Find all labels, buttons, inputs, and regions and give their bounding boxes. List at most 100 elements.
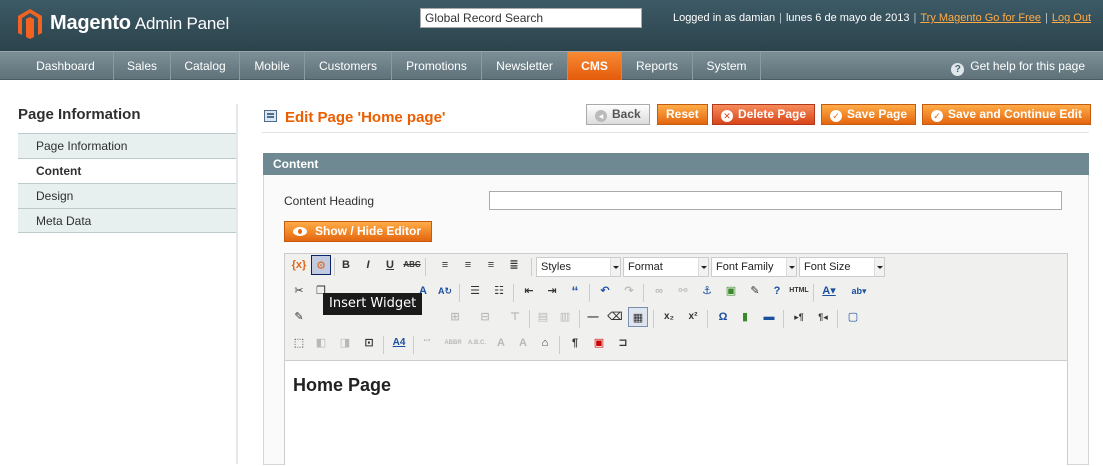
font-size-select[interactable]: Font Size [799, 257, 885, 277]
bullet-list-icon[interactable]: ☰ [465, 281, 485, 301]
logout-link[interactable]: Log Out [1052, 12, 1091, 24]
font-family-select[interactable]: Font Family [711, 257, 797, 277]
nav-system[interactable]: System [693, 52, 761, 80]
outdent-icon[interactable]: ⇤ [519, 281, 539, 301]
link-icon[interactable]: ∞ [649, 281, 669, 301]
nav-newsletter[interactable]: Newsletter [482, 52, 568, 80]
header-date: lunes 6 de mayo de 2013 [785, 12, 910, 24]
insert-layer-icon[interactable]: ⬚ [289, 333, 309, 353]
rtl-icon[interactable]: ¶◂ [813, 307, 833, 327]
nav-promotions[interactable]: Promotions [392, 52, 482, 80]
anchor-icon[interactable]: ⚓ [697, 281, 717, 301]
cleanup-icon[interactable]: ✎ [745, 281, 765, 301]
format-select[interactable]: Format [623, 257, 709, 277]
horizontal-rule-icon[interactable]: — [583, 307, 603, 327]
cite-icon[interactable]: “” [417, 333, 437, 353]
insert-widget-icon[interactable]: ⚙ [311, 255, 331, 275]
nav-sales[interactable]: Sales [114, 52, 171, 80]
superscript-icon[interactable]: x² [683, 307, 703, 327]
align-center-icon[interactable]: ≡ [458, 255, 478, 275]
tab-meta-data[interactable]: Meta Data [18, 208, 238, 233]
bold-icon[interactable]: B [336, 255, 356, 275]
back-button[interactable]: ◂ Back [586, 104, 650, 125]
redo-icon[interactable]: ↷ [619, 281, 639, 301]
visual-chars-icon[interactable]: ¶ [565, 333, 585, 353]
delete-text-icon[interactable]: A [491, 333, 511, 353]
media-icon[interactable]: ▮ [735, 307, 755, 327]
main-nav: Dashboard Sales Catalog Mobile Customers… [0, 51, 1103, 80]
advanced-hr-icon[interactable]: ▬ [759, 307, 779, 327]
numbered-list-icon[interactable]: ☷ [489, 281, 509, 301]
delete-x-icon: ✕ [721, 110, 733, 122]
subscript-icon[interactable]: x₂ [659, 307, 679, 327]
table-icon[interactable]: ▦ [628, 307, 648, 327]
blockquote-icon[interactable]: “ [565, 281, 585, 301]
italic-icon[interactable]: I [358, 255, 378, 275]
nav-dashboard[interactable]: Dashboard [18, 52, 114, 80]
font-size-select-label: Font Size [804, 261, 851, 273]
save-continue-button[interactable]: ✓ Save and Continue Edit [922, 104, 1092, 125]
move-forward-icon[interactable]: ◧ [311, 333, 331, 353]
styles-select-label: Styles [541, 261, 571, 273]
styles-select[interactable]: Styles [536, 257, 621, 277]
ltr-icon[interactable]: ▸¶ [789, 307, 809, 327]
acronym-icon[interactable]: A.B.C. [467, 333, 487, 353]
content-heading-input[interactable] [489, 191, 1062, 210]
image-icon[interactable]: ▣ [721, 281, 741, 301]
absolute-position-icon[interactable]: ⊡ [359, 333, 379, 353]
tab-page-information[interactable]: Page Information [18, 133, 238, 158]
help-icon: ? [951, 63, 965, 76]
table-row-props-icon[interactable]: ⊞ [445, 307, 465, 327]
help-link[interactable]: ? Get help for this page [951, 52, 1085, 80]
insert-text-icon[interactable]: A [513, 333, 533, 353]
html-source-icon[interactable]: HTML [789, 281, 809, 301]
nav-reports[interactable]: Reports [622, 52, 693, 80]
toolbar-separator [413, 336, 414, 354]
show-hide-editor-button[interactable]: Show / Hide Editor [284, 221, 433, 242]
nav-catalog[interactable]: Catalog [171, 52, 240, 80]
wysiwyg-editor: {x} ⚙ B I U ABC ≡ ≡ ≡ ≣ Styles Format Fo… [284, 253, 1068, 466]
table-insert-row-icon[interactable]: ⊤ [505, 307, 525, 327]
indent-icon[interactable]: ⇥ [542, 281, 562, 301]
remove-format-icon[interactable]: ⌫ [605, 307, 625, 327]
nav-cms[interactable]: CMS [568, 52, 622, 80]
nav-mobile[interactable]: Mobile [240, 52, 305, 80]
tab-content[interactable]: Content [18, 158, 238, 183]
align-left-icon[interactable]: ≡ [435, 255, 455, 275]
highlight-color-icon[interactable]: ab▾ [849, 281, 869, 301]
attributes-icon[interactable]: ⌂ [535, 333, 555, 353]
table-cell-props-icon[interactable]: ⊟ [475, 307, 495, 327]
insert-variable-icon[interactable]: {x} [289, 255, 309, 275]
edit-icon[interactable]: ✎ [289, 307, 309, 327]
unlink-icon[interactable]: ⚯ [673, 281, 693, 301]
reset-button[interactable]: Reset [657, 104, 708, 125]
move-backward-icon[interactable]: ◨ [335, 333, 355, 353]
page-break-icon[interactable]: ⊐ [613, 333, 633, 353]
table-split-icon[interactable]: ▥ [555, 307, 575, 327]
strikethrough-icon[interactable]: ABC [402, 255, 422, 275]
sidebar-divider [236, 104, 238, 464]
undo-icon[interactable]: ↶ [595, 281, 615, 301]
tab-design[interactable]: Design [18, 183, 238, 208]
table-merge-icon[interactable]: ▤ [533, 307, 553, 327]
style-props-icon[interactable]: A4 [389, 333, 409, 353]
global-search-input[interactable] [420, 8, 642, 28]
align-right-icon[interactable]: ≡ [481, 255, 501, 275]
try-magento-go-link[interactable]: Try Magento Go for Free [920, 12, 1041, 24]
underline-icon[interactable]: U [380, 255, 400, 275]
reset-button-label: Reset [666, 107, 699, 121]
nonbreaking-icon[interactable]: ▣ [589, 333, 609, 353]
special-char-icon[interactable]: Ω [713, 307, 733, 327]
delete-page-button[interactable]: ✕ Delete Page [712, 104, 816, 125]
fullscreen-icon[interactable]: ▢ [843, 307, 863, 327]
align-justify-icon[interactable]: ≣ [504, 255, 524, 275]
save-page-button[interactable]: ✓ Save Page [821, 104, 917, 125]
text-color-icon[interactable]: A▾ [819, 281, 839, 301]
replace-icon[interactable]: A↻ [435, 281, 455, 301]
content-heading-label: Content Heading [284, 194, 375, 208]
help-editor-icon[interactable]: ? [767, 281, 787, 301]
abbr-icon[interactable]: ABBR [443, 333, 463, 353]
editor-content-area[interactable]: Home Page [285, 360, 1067, 466]
cut-icon[interactable]: ✂ [289, 281, 309, 301]
nav-customers[interactable]: Customers [305, 52, 392, 80]
